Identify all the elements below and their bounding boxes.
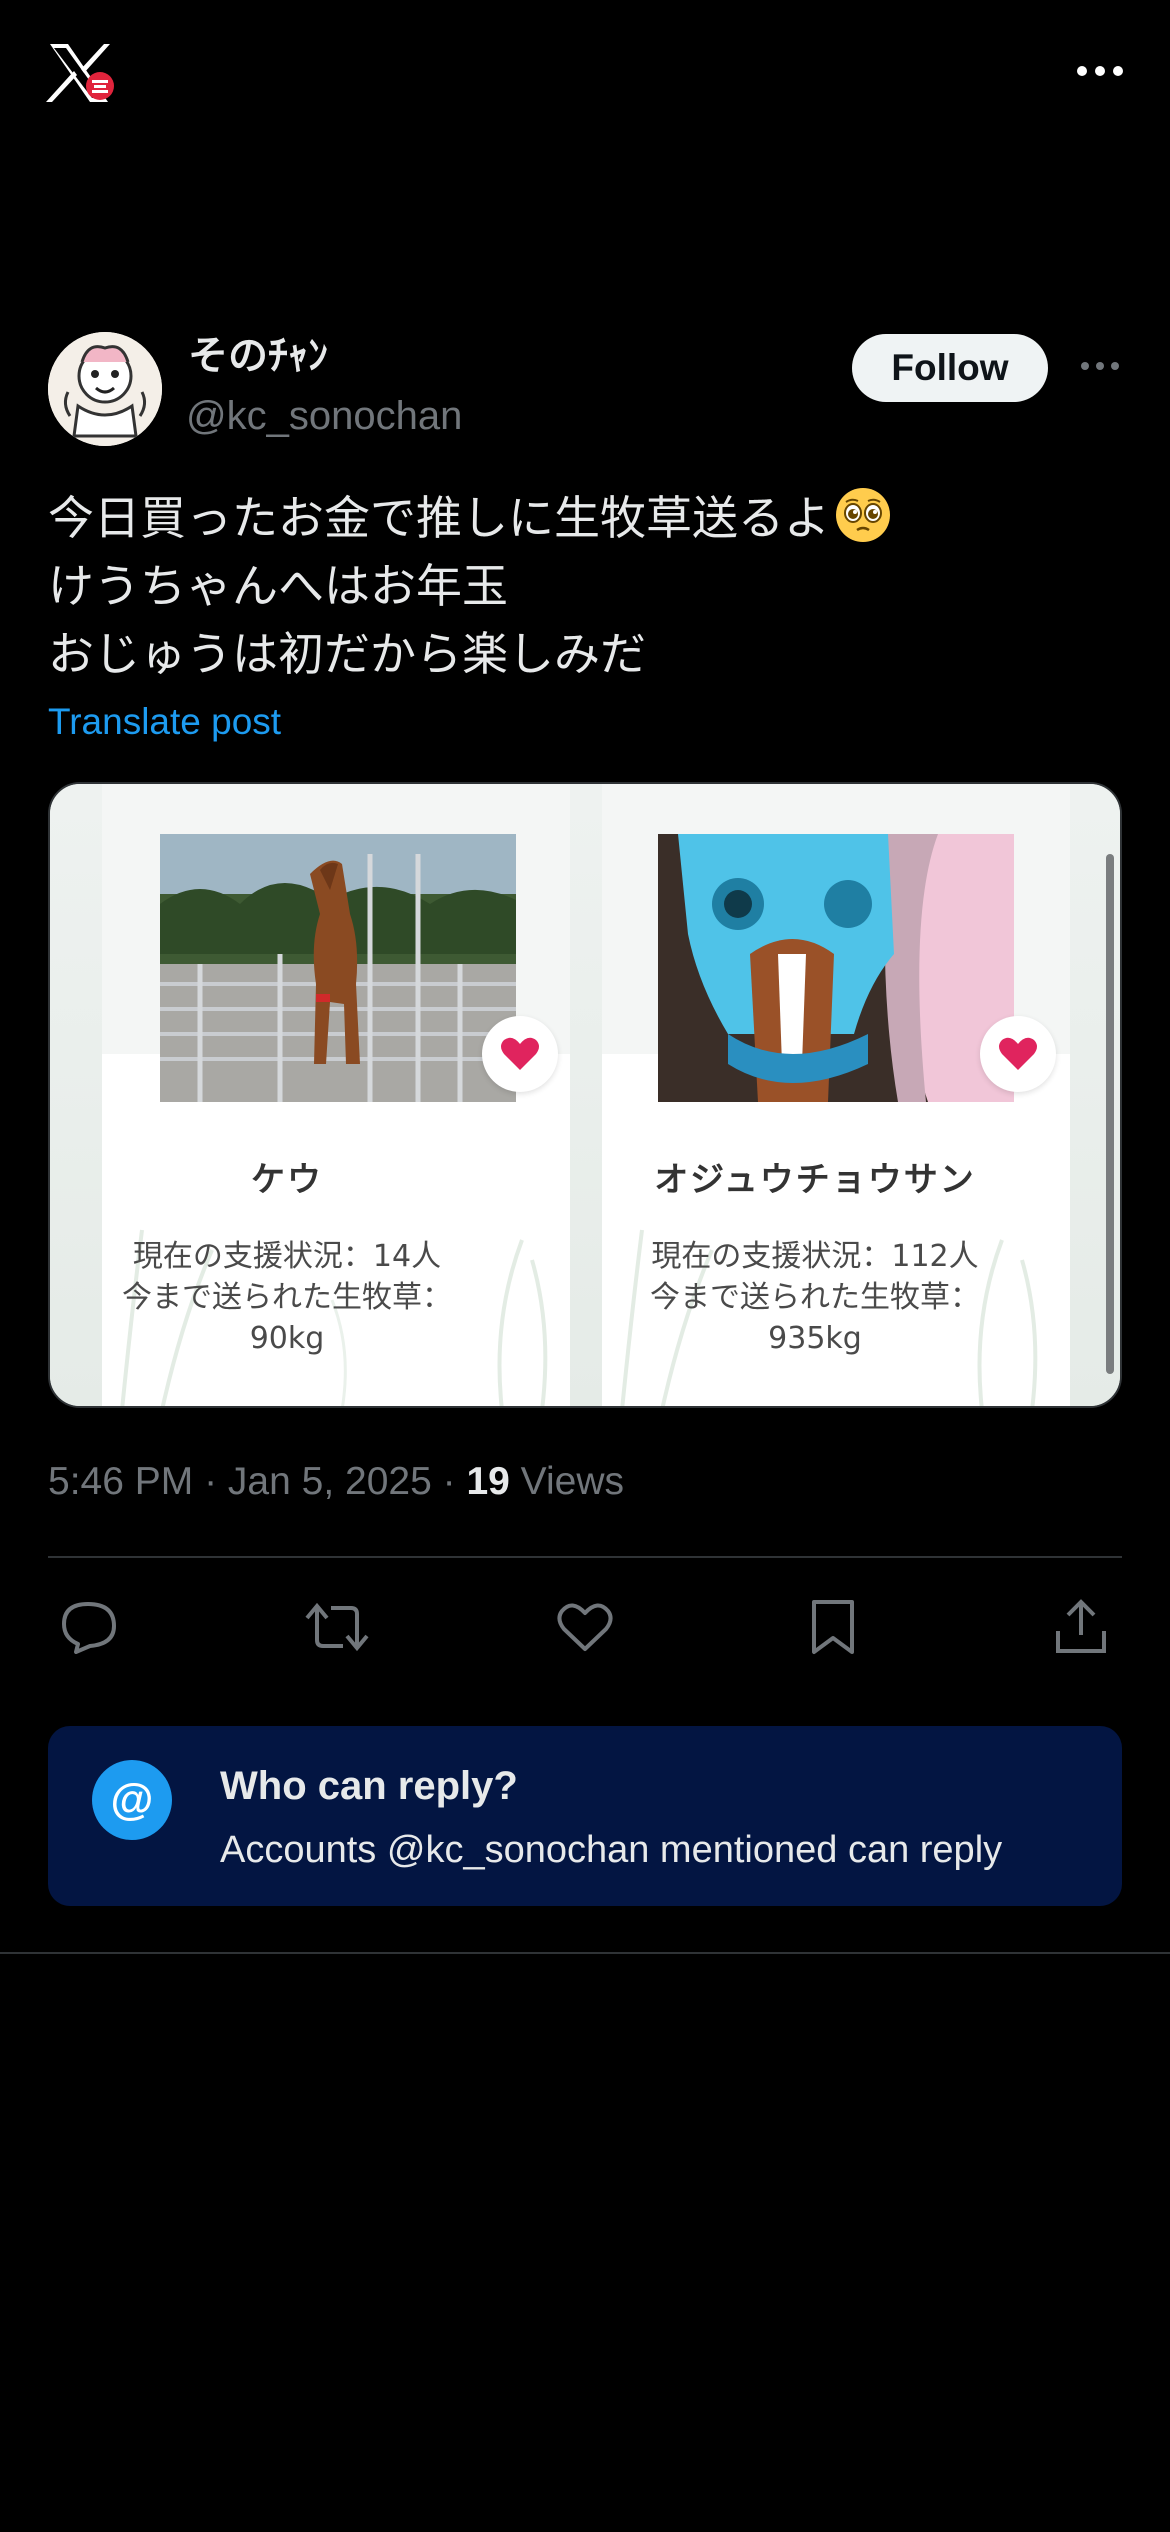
bookmark-button[interactable] <box>792 1586 874 1668</box>
tweet-author-row: そのﾁｬﾝ @kc_sonochan Follow <box>48 332 1122 448</box>
tweet-date[interactable]: Jan 5, 2025 <box>228 1460 432 1503</box>
horse-grass-amount: 90kg <box>249 1321 325 1356</box>
more-options-icon[interactable] <box>1070 56 1130 86</box>
who-can-reply-description: Accounts @kc_sonochan mentioned can repl… <box>220 1829 1003 1871</box>
author-handle[interactable]: @kc_sonochan <box>186 392 462 440</box>
heart-icon <box>557 1603 613 1651</box>
views-count[interactable]: 19 <box>466 1460 509 1503</box>
horse-support-count: 現在の支援状況：14人 <box>132 1239 442 1274</box>
top-bar <box>0 0 1170 150</box>
pleading-face-emoji-icon <box>834 486 892 544</box>
repost-button[interactable] <box>296 1586 378 1668</box>
tweet-text-line: 今日買ったお金で推しに生牧草送るよ <box>48 484 1122 552</box>
meta-separator: · <box>193 1460 228 1503</box>
who-can-reply-notice: @ Who can reply? Accounts @kc_sonochan m… <box>48 1726 1122 1906</box>
tweet-action-bar <box>48 1586 1122 1668</box>
more-options-icon[interactable] <box>1078 354 1122 378</box>
tweet-meta: 5:46 PM · Jan 5, 2025 · 19 Views <box>48 1456 624 1508</box>
author-display-name[interactable]: そのﾁｬﾝ <box>188 332 328 380</box>
share-icon <box>1056 1599 1106 1653</box>
divider <box>48 1556 1122 1558</box>
translate-post-link[interactable]: Translate post <box>48 698 281 746</box>
tweet-media-image[interactable]: ケウ 現在の支援状況：14人 今まで送られた生牧草： 90kg オジュウチョウサ… <box>48 782 1122 1408</box>
bookmark-icon <box>812 1600 854 1654</box>
who-can-reply-title: Who can reply? <box>220 1764 518 1808</box>
x-logo-icon[interactable] <box>46 40 116 106</box>
tweet-time[interactable]: 5:46 PM <box>48 1460 193 1503</box>
reply-button[interactable] <box>48 1586 130 1668</box>
like-button[interactable] <box>544 1586 626 1668</box>
horse-grass-amount: 935kg <box>768 1321 862 1356</box>
tweet-text: 今日買ったお金で推しに生牧草送るよ けうちゃんへはお年玉 おじゅうは初だから楽し… <box>48 484 1122 688</box>
horse-grass-label: 今まで送られた生牧草： <box>122 1280 452 1315</box>
meta-separator: · <box>431 1460 467 1503</box>
horse-name: ケウ <box>251 1160 323 1200</box>
avatar[interactable] <box>48 332 162 446</box>
horse-photo <box>160 834 516 1102</box>
repost-icon <box>305 1602 369 1652</box>
horse-name: オジュウチョウサン <box>654 1160 976 1200</box>
media-scrollbar[interactable] <box>1106 854 1114 1374</box>
views-label: Views <box>509 1460 624 1503</box>
share-button[interactable] <box>1040 1586 1122 1668</box>
favorite-heart-icon <box>980 1016 1056 1092</box>
tweet-text-line: おじゅうは初だから楽しみだ <box>48 627 646 681</box>
mention-at-icon: @ <box>92 1760 172 1840</box>
tweet-text-line: けうちゃんへはお年玉 <box>48 559 508 613</box>
horse-photo <box>658 834 1014 1102</box>
follow-button[interactable]: Follow <box>852 334 1048 402</box>
reply-icon <box>62 1602 116 1654</box>
horse-grass-label: 今まで送られた生牧草： <box>650 1280 980 1315</box>
favorite-heart-icon <box>482 1016 558 1092</box>
divider <box>0 1952 1170 1954</box>
horse-support-count: 現在の支援状況：112人 <box>651 1239 979 1274</box>
